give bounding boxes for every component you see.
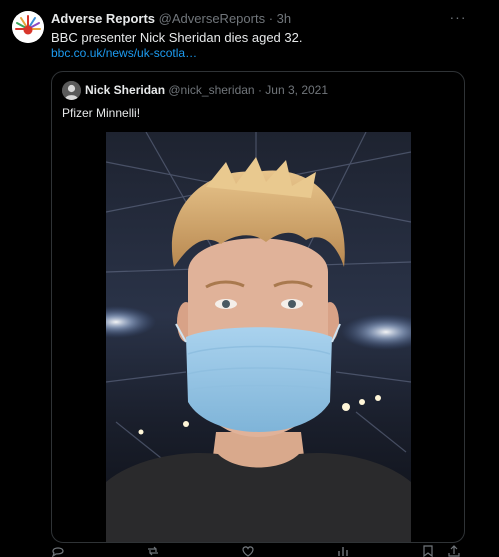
reply-icon[interactable] [51, 545, 65, 557]
tweet[interactable]: Adverse Reports @AdverseReports · 3h ···… [0, 0, 499, 557]
tweet-header: Adverse Reports @AdverseReports · 3h [51, 11, 291, 26]
share-icon[interactable] [447, 545, 461, 557]
nick-sheridan-avatar-icon [62, 81, 81, 100]
adverse-reports-logo-icon [12, 11, 44, 43]
bookmark-icon[interactable] [421, 545, 435, 557]
quoted-author-name[interactable]: Nick Sheridan [85, 83, 165, 97]
quoted-avatar[interactable] [62, 81, 81, 100]
quoted-text: Pfizer Minnelli! [62, 106, 141, 120]
author-handle[interactable]: @AdverseReports [159, 11, 265, 26]
timestamp[interactable]: 3h [277, 11, 291, 26]
quoted-photo[interactable] [106, 132, 411, 542]
quoted-date[interactable]: Jun 3, 2021 [265, 83, 328, 97]
author-name[interactable]: Adverse Reports [51, 11, 155, 26]
quoted-separator-dot: · [257, 83, 262, 97]
avatar[interactable] [12, 11, 44, 43]
like-icon[interactable] [241, 545, 255, 557]
quoted-header: Nick Sheridan @nick_sheridan · Jun 3, 20… [85, 83, 328, 97]
tweet-actions [51, 545, 463, 557]
views-icon[interactable] [336, 545, 350, 557]
quoted-tweet[interactable]: Nick Sheridan @nick_sheridan · Jun 3, 20… [51, 71, 465, 543]
selfie-image [106, 132, 411, 542]
tweet-link[interactable]: bbc.co.uk/news/uk-scotla… [51, 46, 197, 60]
quoted-author-handle[interactable]: @nick_sheridan [168, 83, 254, 97]
tweet-text: BBC presenter Nick Sheridan dies aged 32… [51, 30, 303, 45]
retweet-icon[interactable] [146, 545, 160, 557]
separator-dot: · [268, 11, 274, 26]
more-horizontal-icon[interactable]: ··· [449, 8, 467, 26]
